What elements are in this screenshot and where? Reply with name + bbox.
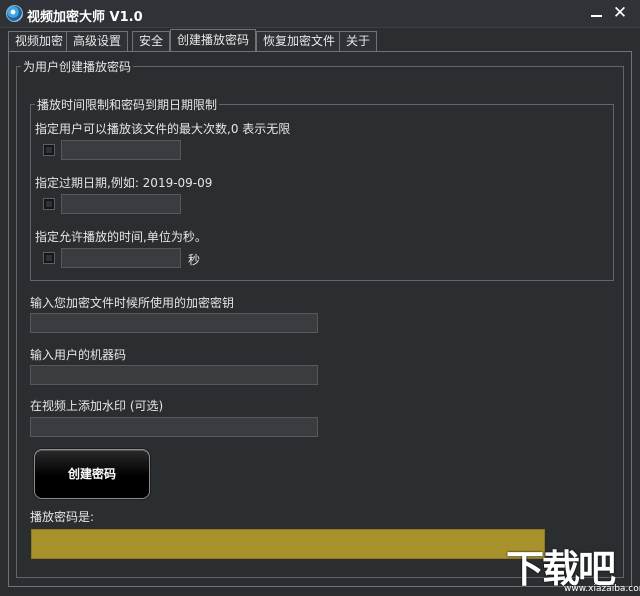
machine-code-label: 输入用户的机器码 bbox=[30, 348, 127, 362]
limits-group: 播放时间限制和密码到期日期限制 指定用户可以播放该文件的最大次数,0 表示无限 … bbox=[30, 96, 614, 281]
tab-panel-create-password: 为用户创建播放密码 播放时间限制和密码到期日期限制 指定用户可以播放该文件的最大… bbox=[8, 51, 632, 587]
max-plays-label: 指定用户可以播放该文件的最大次数,0 表示无限 bbox=[35, 122, 291, 136]
tab-video-encrypt[interactable]: 视频加密 bbox=[8, 31, 71, 51]
duration-unit-label: 秒 bbox=[188, 253, 201, 267]
encryption-key-input[interactable] bbox=[30, 313, 318, 333]
max-plays-checkbox[interactable] bbox=[43, 144, 55, 156]
play-password-output[interactable] bbox=[31, 529, 545, 559]
encryption-key-label: 输入您加密文件时候所使用的加密密钥 bbox=[30, 296, 235, 310]
tab-security[interactable]: 安全 bbox=[132, 31, 171, 51]
max-plays-input[interactable] bbox=[61, 140, 181, 160]
create-password-group: 为用户创建播放密码 播放时间限制和密码到期日期限制 指定用户可以播放该文件的最大… bbox=[16, 58, 624, 578]
create-password-button[interactable]: 创建密码 bbox=[34, 449, 150, 499]
expiry-date-label: 指定过期日期,例如: 2019-09-09 bbox=[35, 176, 213, 190]
tab-restore-encrypted-file[interactable]: 恢复加密文件 bbox=[256, 31, 343, 51]
play-duration-input[interactable] bbox=[61, 248, 181, 268]
minimize-button[interactable] bbox=[584, 2, 608, 24]
close-button[interactable]: ✕ bbox=[608, 2, 632, 24]
site-watermark-url: www.xiazaiba.com bbox=[564, 584, 640, 594]
title-bar: 视频加密大师 V1.0 ✕ bbox=[0, 0, 640, 28]
site-watermark: 下载吧 www.xiazaiba.com bbox=[504, 540, 640, 596]
expiry-date-checkbox[interactable] bbox=[43, 198, 55, 210]
watermark-label: 在视频上添加水印 (可选) bbox=[30, 399, 164, 413]
watermark-input[interactable] bbox=[30, 417, 318, 437]
limits-group-title: 播放时间限制和密码到期日期限制 bbox=[37, 98, 218, 112]
app-logo-icon bbox=[6, 5, 23, 22]
play-duration-checkbox[interactable] bbox=[43, 252, 55, 264]
play-duration-label: 指定允许播放的时间,单位为秒。 bbox=[35, 230, 207, 244]
window-title: 视频加密大师 V1.0 bbox=[27, 10, 143, 25]
tab-advanced-settings[interactable]: 高级设置 bbox=[66, 31, 129, 51]
tab-about[interactable]: 关于 bbox=[339, 31, 378, 51]
expiry-date-input[interactable] bbox=[61, 194, 181, 214]
create-password-group-title: 为用户创建播放密码 bbox=[23, 60, 132, 74]
result-label: 播放密码是: bbox=[30, 510, 95, 524]
tab-create-play-password[interactable]: 创建播放密码 bbox=[170, 29, 257, 51]
machine-code-input[interactable] bbox=[30, 365, 318, 385]
minimize-icon bbox=[590, 15, 602, 17]
